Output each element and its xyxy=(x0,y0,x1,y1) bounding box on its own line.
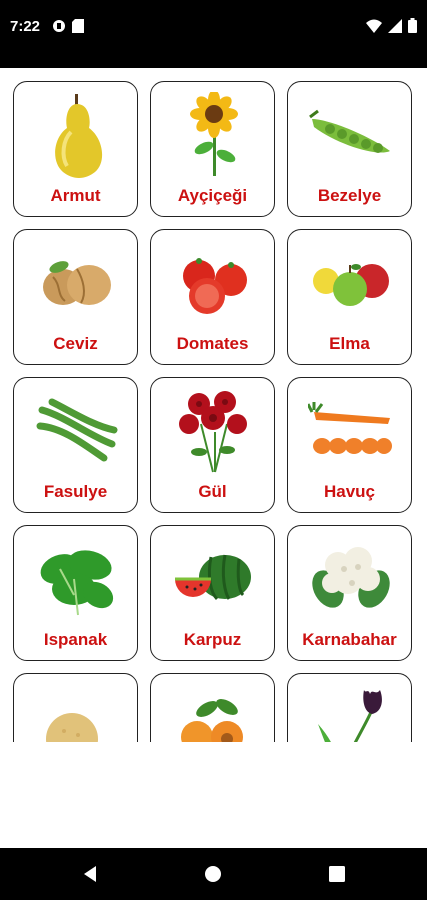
wifi-icon xyxy=(366,19,382,33)
tulip-image xyxy=(308,684,394,742)
item-label: Domates xyxy=(176,334,249,353)
item-label: Karpuz xyxy=(183,630,242,649)
app-notification-icon xyxy=(53,20,65,32)
navigation-bar xyxy=(0,848,427,900)
item-card-melon[interactable] xyxy=(13,673,138,742)
item-label: Armut xyxy=(50,186,101,205)
item-card-ceviz[interactable]: Ceviz xyxy=(13,229,138,365)
back-icon[interactable] xyxy=(80,864,100,884)
item-card-gul[interactable]: Gül xyxy=(150,377,275,513)
walnut-image xyxy=(34,240,120,326)
item-label: Havuç xyxy=(323,482,376,501)
signal-icon xyxy=(388,18,402,33)
system-icons xyxy=(366,18,417,33)
item-card-aycicegi[interactable]: Ayçiçeği xyxy=(150,81,275,217)
item-label: Bezelye xyxy=(317,186,382,205)
item-label: Gül xyxy=(198,482,227,501)
status-bar: 7:22 xyxy=(0,0,427,68)
battery-icon xyxy=(408,18,417,33)
item-card-karnabahar[interactable]: Karnabahar xyxy=(287,525,412,661)
item-card-armut[interactable]: Armut xyxy=(13,81,138,217)
rose-image xyxy=(171,388,257,474)
item-card-domates[interactable]: Domates xyxy=(150,229,275,365)
item-card-elma[interactable]: Elma xyxy=(287,229,412,365)
item-card-bezelye[interactable]: Bezelye xyxy=(287,81,412,217)
item-card-ispanak[interactable]: Ispanak xyxy=(13,525,138,661)
recents-icon[interactable] xyxy=(327,864,347,884)
sd-card-icon xyxy=(72,19,84,33)
carrot-image xyxy=(308,388,394,474)
item-label: Fasulye xyxy=(43,482,108,501)
items-grid: Armut Ayçiçeği Bezelye Ceviz Domates Elm… xyxy=(0,68,427,742)
item-card-apricot[interactable] xyxy=(150,673,275,742)
item-card-fasulye[interactable]: Fasulye xyxy=(13,377,138,513)
apple-image xyxy=(308,240,394,326)
item-card-havuc[interactable]: Havuç xyxy=(287,377,412,513)
notification-icons xyxy=(52,19,84,33)
pea-pod-image xyxy=(308,92,394,178)
pear-image xyxy=(34,92,120,178)
melon-image xyxy=(34,684,120,742)
item-card-tulip[interactable] xyxy=(287,673,412,742)
item-card-karpuz[interactable]: Karpuz xyxy=(150,525,275,661)
tomato-image xyxy=(171,240,257,326)
apricot-image xyxy=(171,684,257,742)
status-time: 7:22 xyxy=(10,18,41,35)
spinach-image xyxy=(34,536,120,622)
watermelon-image xyxy=(171,536,257,622)
item-label: Ceviz xyxy=(53,334,98,353)
item-label: Elma xyxy=(329,334,370,353)
green-beans-image xyxy=(34,388,120,474)
sunflower-image xyxy=(171,92,257,178)
item-label: Ayçiçeği xyxy=(177,186,248,205)
item-label: Ispanak xyxy=(43,630,108,649)
cauliflower-image xyxy=(308,536,394,622)
item-label: Karnabahar xyxy=(302,630,397,649)
home-icon[interactable] xyxy=(203,864,223,884)
